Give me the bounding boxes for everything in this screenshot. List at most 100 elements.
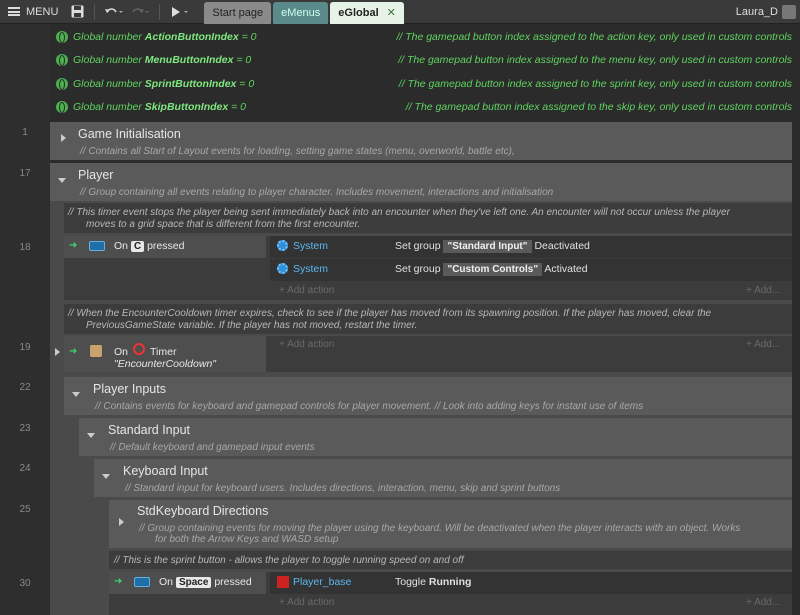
- global-comment-text: The gamepad button index assigned to the…: [406, 54, 792, 66]
- add-action-link[interactable]: + Add action: [279, 597, 334, 608]
- collapse-arrow-icon[interactable]: [58, 178, 66, 183]
- add-more-link[interactable]: + Add...: [746, 597, 780, 608]
- global-name: ActionButtonIndex: [144, 31, 239, 43]
- group-title: Player Inputs: [93, 382, 166, 396]
- comment-text: This is the sprint button - allows the p…: [122, 555, 464, 566]
- group-title: Standard Input: [108, 423, 191, 437]
- keyboard-icon: [134, 577, 150, 587]
- line-number-gutter: [0, 25, 50, 615]
- group-description: for both the Arrow Keys and WASD setup: [155, 534, 339, 545]
- action-verb: Toggle: [395, 576, 429, 588]
- tab-label: eMenus: [281, 6, 321, 19]
- condition-timer: Timer: [150, 346, 177, 358]
- toolbar-separator: [94, 3, 96, 20]
- toolbar: MENU Start page eMenus eGlobal ✕ Laura_D: [0, 0, 800, 24]
- group-description: // Default keyboard and gamepad input ev…: [110, 442, 315, 453]
- user-menu[interactable]: Laura_D: [735, 4, 800, 19]
- menu-button[interactable]: MENU: [0, 0, 66, 24]
- line-number: 17: [19, 168, 31, 179]
- group-title: StdKeyboard Directions: [137, 504, 269, 518]
- global-text: Global number SkipButtonIndex = 0: [73, 101, 246, 113]
- play-icon[interactable]: [166, 0, 194, 24]
- tab-eglobal[interactable]: eGlobal ✕: [330, 1, 404, 24]
- globe-icon: [56, 101, 68, 113]
- global-prefix: Global number: [73, 31, 145, 43]
- add-more-link[interactable]: + Add...: [746, 339, 780, 350]
- undo-icon[interactable]: [101, 0, 127, 24]
- global-prefix: Global number: [73, 78, 145, 90]
- global-text: Global number ActionButtonIndex = 0: [73, 31, 257, 43]
- global-variable[interactable]: Global number SprintButtonIndex = 0 // T…: [56, 75, 792, 93]
- trigger-arrow-icon: ➜: [69, 240, 78, 251]
- action-object: Player_base: [293, 576, 352, 588]
- action-text: Set group "Custom Controls" Activated: [395, 263, 588, 276]
- global-variable[interactable]: Global number MenuButtonIndex = 0 // The…: [56, 51, 792, 69]
- trigger-arrow-icon: ➜: [114, 576, 123, 587]
- global-comment: // The gamepad button index assigned to …: [398, 78, 792, 90]
- expand-arrow-icon[interactable]: [55, 348, 60, 356]
- comment: PreviousGameState variable. If the playe…: [86, 320, 418, 331]
- global-comment: // The gamepad button index assigned to …: [396, 31, 792, 43]
- global-name: SprintButtonIndex: [144, 78, 237, 90]
- group-title: Game Initialisation: [78, 127, 181, 141]
- expand-arrow-icon[interactable]: [119, 518, 124, 526]
- keyboard-icon: [89, 241, 105, 251]
- trigger-arrow-icon: ➜: [69, 346, 78, 357]
- group-description-text: Standard input for keyboard users. Inclu…: [133, 483, 561, 494]
- group-description: // Group containing events for moving th…: [139, 523, 741, 534]
- add-more-link[interactable]: + Add...: [746, 285, 780, 296]
- global-variable[interactable]: Global number ActionButtonIndex = 0 // T…: [56, 28, 792, 46]
- global-text: Global number SprintButtonIndex = 0: [73, 78, 254, 90]
- menu-label: MENU: [26, 5, 59, 18]
- condition-on: On: [159, 576, 174, 588]
- global-value: = 0: [236, 78, 255, 90]
- globe-icon: [56, 78, 68, 90]
- global-variable[interactable]: Global number SkipButtonIndex = 0 // The…: [56, 98, 792, 116]
- expand-arrow-icon[interactable]: [61, 134, 66, 142]
- action-object: System: [293, 263, 329, 275]
- condition-on: On: [114, 346, 129, 358]
- collapse-arrow-icon[interactable]: [87, 433, 95, 438]
- collapse-arrow-icon[interactable]: [102, 474, 110, 479]
- username: Laura_D: [735, 5, 778, 18]
- line-number: 1: [22, 127, 28, 138]
- global-name: MenuButtonIndex: [144, 54, 234, 66]
- toolbar-separator: [159, 3, 161, 20]
- action-verb: Set group: [395, 263, 441, 275]
- global-name: SkipButtonIndex: [144, 101, 229, 113]
- tab-label: eGlobal: [338, 6, 379, 19]
- group-title: Keyboard Input: [123, 464, 208, 478]
- condition-text: On C pressed: [114, 240, 184, 252]
- group-title: Player: [78, 168, 114, 182]
- tab-label: Start page: [212, 6, 264, 19]
- group-description: // Contains all Start of Layout events f…: [80, 146, 515, 157]
- line-number: 30: [19, 578, 31, 589]
- redo-icon[interactable]: [127, 0, 153, 24]
- action-state: Deactivated: [534, 240, 590, 252]
- tab-emenus[interactable]: eMenus: [273, 1, 329, 24]
- line-number: 25: [19, 504, 31, 515]
- gear-icon: [277, 240, 288, 251]
- close-tab-icon[interactable]: ✕: [387, 6, 396, 19]
- comment: // When the EncounterCooldown timer expi…: [68, 308, 712, 319]
- global-value: = 0: [238, 31, 257, 43]
- tab-start-page[interactable]: Start page: [204, 1, 272, 24]
- condition-text: On: [114, 346, 128, 358]
- system-icon: [90, 345, 102, 357]
- group-description-text: Group containing events for moving the p…: [147, 523, 741, 534]
- global-prefix: Global number: [73, 54, 145, 66]
- add-action-link[interactable]: + Add action: [279, 339, 334, 350]
- save-icon[interactable]: [66, 0, 88, 24]
- key-badge: Space: [175, 577, 212, 588]
- add-action-link[interactable]: + Add action: [279, 285, 334, 296]
- condition-on: On: [114, 240, 129, 252]
- group-description: // Contains events for keyboard and game…: [95, 401, 644, 412]
- global-value: = 0: [228, 101, 247, 113]
- global-comment: // The gamepad button index assigned to …: [405, 101, 792, 113]
- group-description: // Standard input for keyboard users. In…: [125, 483, 561, 494]
- comment: // This timer event stops the player bei…: [68, 207, 730, 218]
- comment-text: When the EncounterCooldown timer expires…: [76, 308, 712, 319]
- collapse-arrow-icon[interactable]: [72, 392, 80, 397]
- global-value: = 0: [233, 54, 252, 66]
- action-param: "Standard Input": [443, 240, 532, 253]
